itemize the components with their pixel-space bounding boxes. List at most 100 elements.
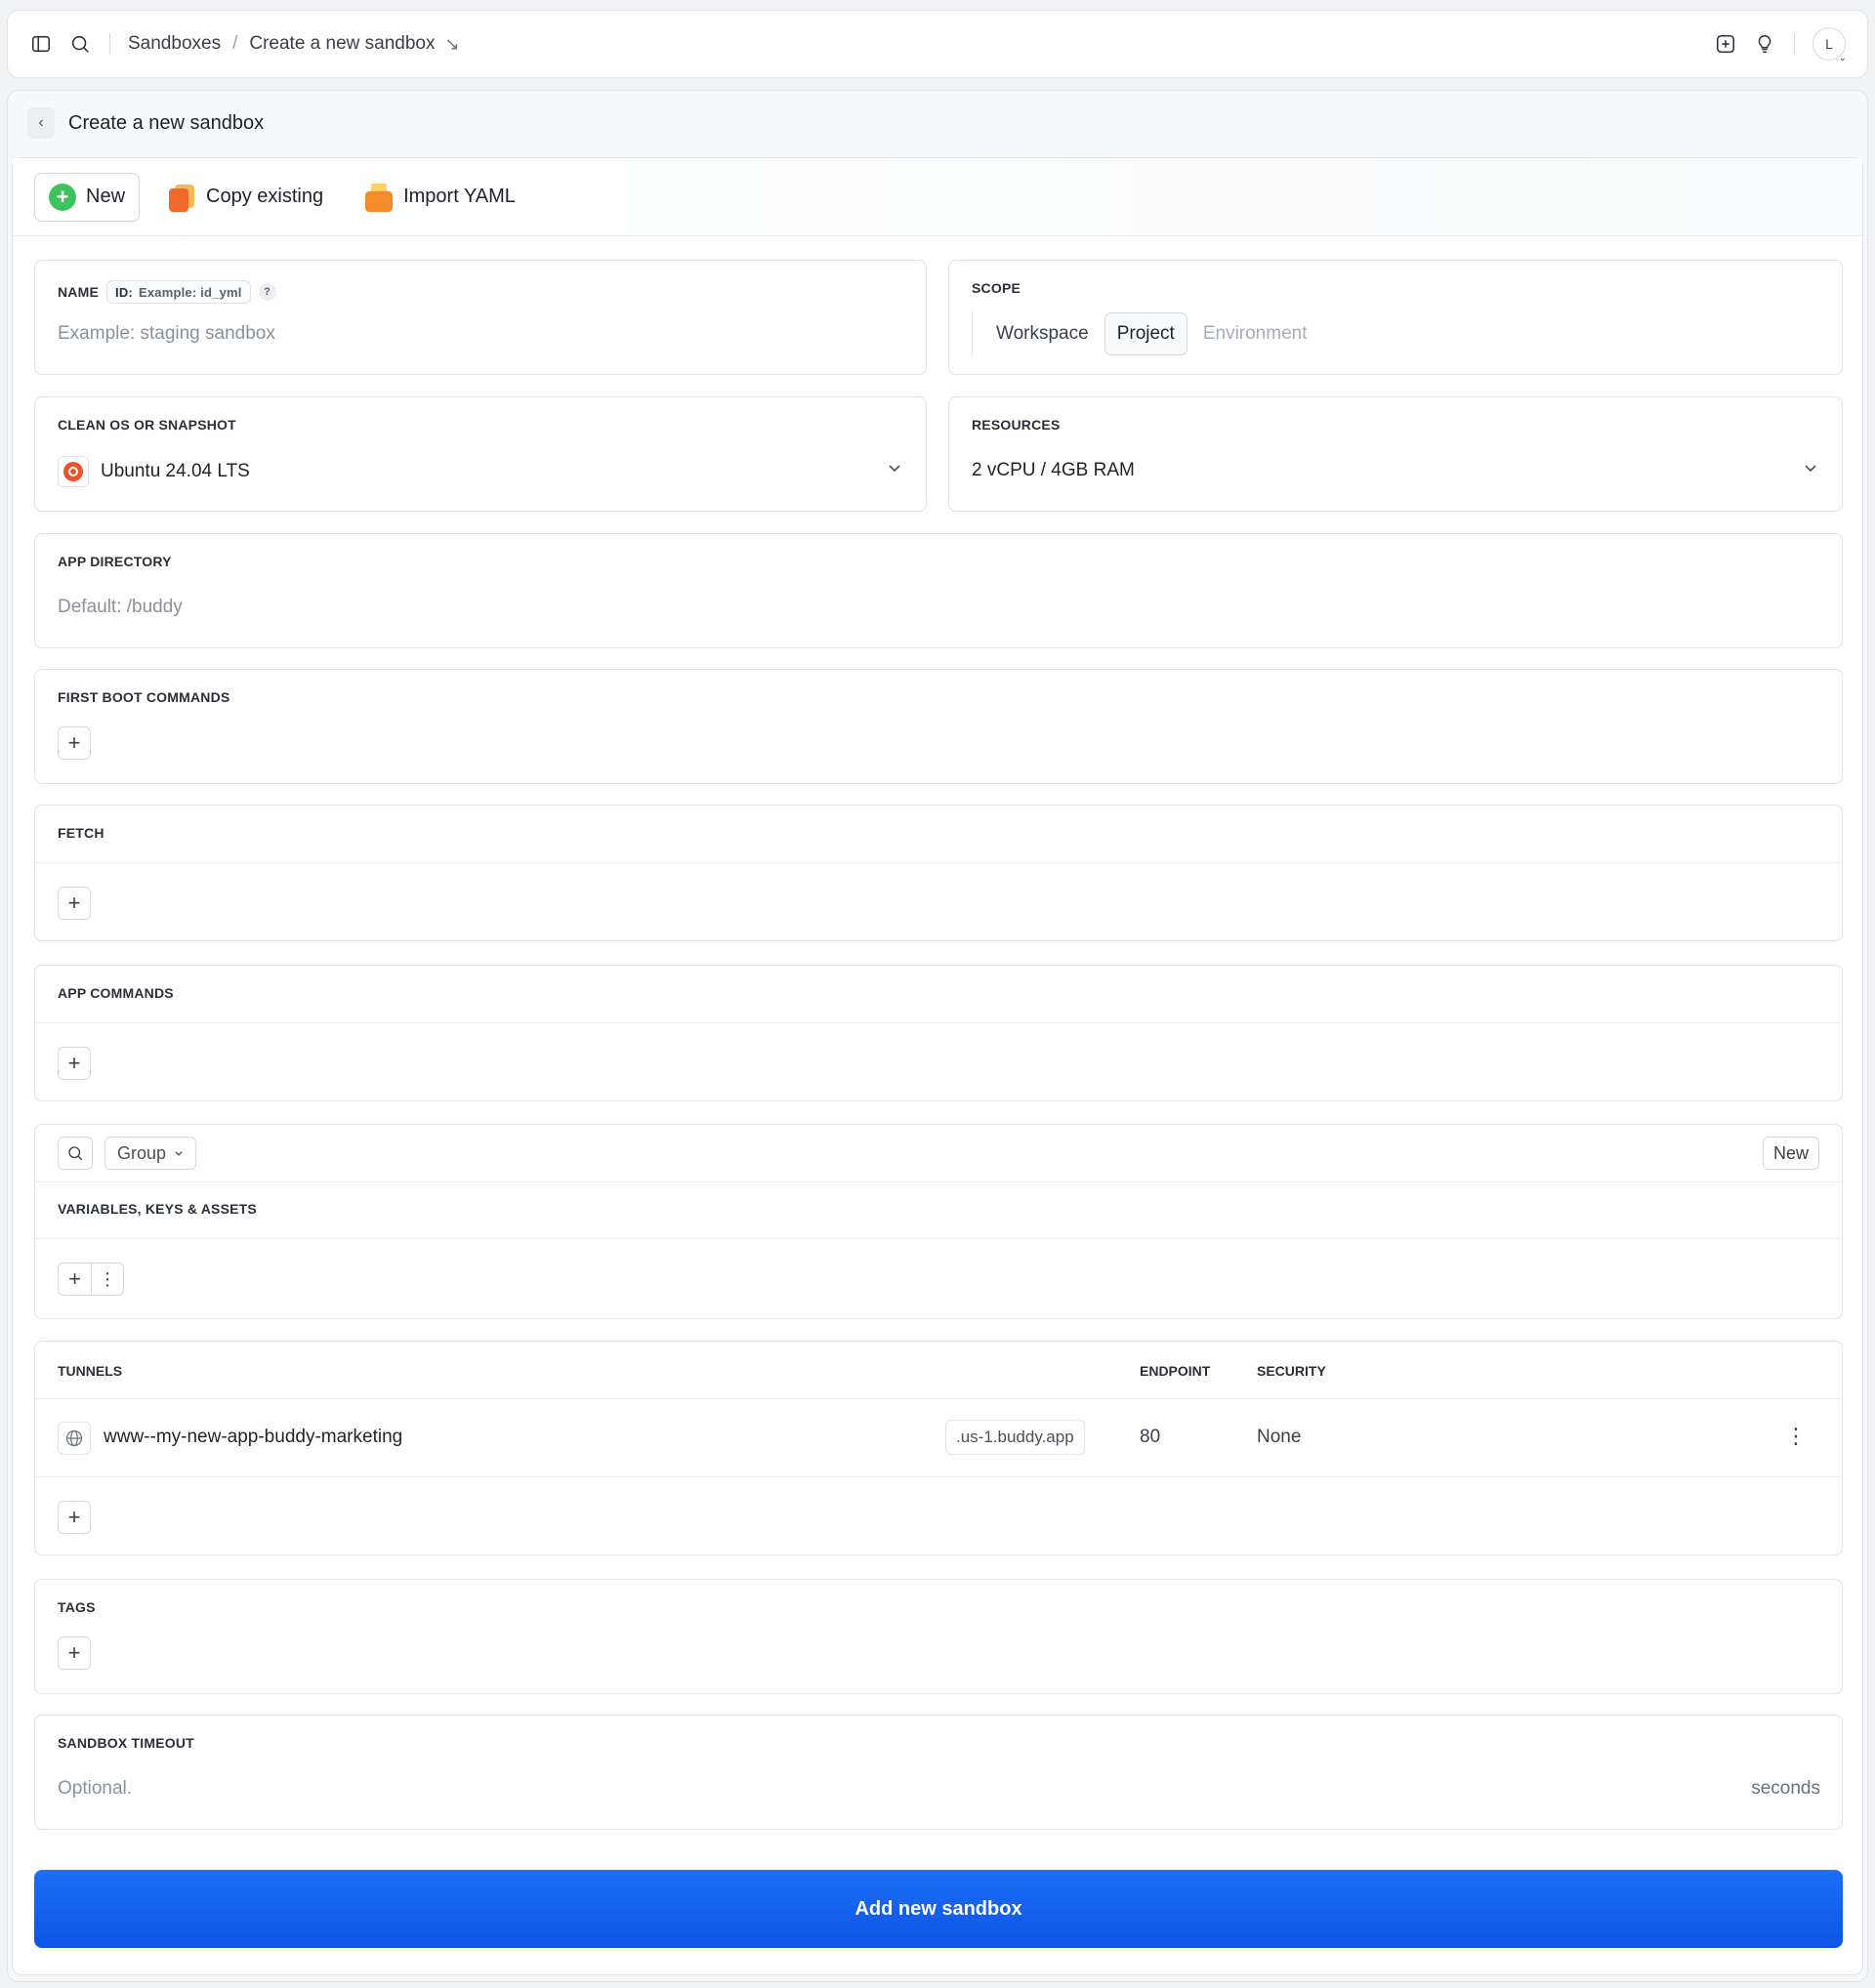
new-variable-button[interactable]: New xyxy=(1762,1137,1819,1170)
back-button[interactable]: ‹ xyxy=(27,107,55,139)
divider xyxy=(35,1238,1842,1239)
timeout-label: SANDBOX TIMEOUT xyxy=(58,1735,194,1751)
chevron-down-icon: ⌄ xyxy=(1838,53,1847,63)
id-placeholder: Example: id_yml xyxy=(138,284,242,300)
tags-card: TAGS + xyxy=(34,1579,1843,1694)
top-bar: Sandboxes / Create a new sandbox ↘ L ⌄ xyxy=(7,10,1868,78)
fetch-card: FETCH + xyxy=(34,805,1843,941)
tunnel-domain: .us-1.buddy.app xyxy=(945,1420,1085,1455)
arrow-down-right-icon[interactable]: ↘ xyxy=(444,34,459,55)
chevron-down-icon xyxy=(1805,465,1816,473)
mode-copy-existing-button[interactable]: Copy existing xyxy=(153,173,337,222)
avatar[interactable]: L ⌄ xyxy=(1812,27,1847,63)
group-dropdown[interactable]: Group xyxy=(104,1137,197,1170)
breadcrumb-current: Create a new sandbox xyxy=(249,33,436,54)
tags-label: TAGS xyxy=(58,1599,96,1615)
divider xyxy=(1794,33,1795,55)
os-card[interactable]: CLEAN OS OR SNAPSHOT Ubuntu 24.04 LTS xyxy=(34,396,927,512)
variables-card: Group New VARIABLES, KEYS & ASSETS + ⋮ xyxy=(34,1124,1843,1319)
divider xyxy=(35,1022,1842,1023)
tunnels-card: TUNNELS ENDPOINT SECURITY www--my-new-ap… xyxy=(34,1341,1843,1555)
app-directory-input[interactable]: Default: /buddy xyxy=(58,597,183,618)
resources-label: RESOURCES xyxy=(972,417,1061,433)
globe-icon xyxy=(58,1422,91,1455)
chevron-down-icon xyxy=(175,1151,183,1156)
variables-label: VARIABLES, KEYS & ASSETS xyxy=(58,1201,257,1217)
name-input[interactable]: Example: staging sandbox xyxy=(58,323,275,345)
mode-tabs: + New Copy existing Import YAML xyxy=(13,158,1862,236)
row-menu-icon[interactable]: ⋮ xyxy=(1785,1424,1807,1449)
form-panel: + New Copy existing Import YAML NAME ID:… xyxy=(12,157,1863,1975)
lightbulb-icon[interactable] xyxy=(1753,32,1776,56)
breadcrumb-separator: / xyxy=(232,33,238,54)
name-label-row: NAME ID: Example: id_yml ? xyxy=(58,280,276,304)
add-square-icon[interactable] xyxy=(1714,32,1737,56)
page-title: Create a new sandbox xyxy=(68,111,265,134)
search-icon xyxy=(68,1146,83,1161)
tunnel-security: None xyxy=(1257,1427,1302,1447)
ubuntu-icon xyxy=(58,456,89,487)
add-fetch-button[interactable]: + xyxy=(58,887,91,920)
add-tag-button[interactable]: + xyxy=(58,1636,91,1670)
name-card: NAME ID: Example: id_yml ? Example: stagi… xyxy=(34,260,927,375)
tunnels-header-security: SECURITY xyxy=(1257,1363,1326,1379)
add-variable-button[interactable]: + xyxy=(59,1263,91,1295)
breadcrumb-sandboxes[interactable]: Sandboxes xyxy=(128,33,221,55)
help-icon[interactable]: ? xyxy=(258,283,276,301)
group-label: Group xyxy=(117,1142,167,1163)
resources-card[interactable]: RESOURCES 2 vCPU / 4GB RAM xyxy=(948,396,1843,512)
copy-icon xyxy=(167,183,196,212)
os-select[interactable]: Ubuntu 24.04 LTS xyxy=(58,456,250,487)
variables-add-split-button: + ⋮ xyxy=(58,1263,124,1296)
add-first-boot-command-button[interactable]: + xyxy=(58,726,91,760)
divider xyxy=(35,1476,1842,1477)
app-commands-card: APP COMMANDS + xyxy=(34,965,1843,1101)
mode-label: Copy existing xyxy=(206,186,324,207)
divider xyxy=(35,1181,1842,1182)
add-app-command-button[interactable]: + xyxy=(58,1047,91,1080)
tunnels-header-endpoint: ENDPOINT xyxy=(1140,1363,1211,1379)
timeout-card: SANDBOX TIMEOUT Optional. seconds xyxy=(34,1715,1843,1830)
divider xyxy=(109,33,110,55)
search-button[interactable] xyxy=(58,1137,93,1170)
tunnels-header-name: TUNNELS xyxy=(58,1363,123,1379)
app-directory-label: APP DIRECTORY xyxy=(58,554,172,569)
add-tunnel-button[interactable]: + xyxy=(58,1501,91,1534)
first-boot-label: FIRST BOOT COMMANDS xyxy=(58,689,230,705)
add-sandbox-button[interactable]: Add new sandbox xyxy=(34,1870,1843,1948)
scope-segmented-control: Workspace Project Environment xyxy=(972,311,1319,356)
name-label: NAME xyxy=(58,284,100,300)
scope-option-environment: Environment xyxy=(1202,323,1308,344)
os-value: Ubuntu 24.04 LTS xyxy=(101,461,250,481)
sidebar-toggle-icon[interactable] xyxy=(29,32,53,56)
import-icon xyxy=(364,183,394,212)
mode-new-button[interactable]: + New xyxy=(34,172,141,222)
first-boot-card: FIRST BOOT COMMANDS + xyxy=(34,669,1843,784)
mode-label: Import YAML xyxy=(403,186,516,207)
page-header: ‹ Create a new sandbox xyxy=(8,91,1867,155)
fetch-label: FETCH xyxy=(58,825,104,841)
resources-value[interactable]: 2 vCPU / 4GB RAM xyxy=(972,460,1135,481)
timeout-unit: seconds xyxy=(1751,1778,1820,1799)
scope-label: SCOPE xyxy=(972,280,1021,296)
scope-option-workspace[interactable]: Workspace xyxy=(984,312,1101,355)
chevron-down-icon xyxy=(889,465,900,473)
id-input[interactable]: ID: Example: id_yml xyxy=(106,280,251,304)
more-options-icon[interactable]: ⋮ xyxy=(91,1263,123,1295)
mode-import-yaml-button[interactable]: Import YAML xyxy=(351,173,529,222)
app-commands-label: APP COMMANDS xyxy=(58,985,174,1001)
page-container: ‹ Create a new sandbox + New Copy existi… xyxy=(7,90,1868,1982)
os-label: CLEAN OS OR SNAPSHOT xyxy=(58,417,236,433)
table-row[interactable]: www--my-new-app-buddy-marketing .us-1.bu… xyxy=(35,1398,1842,1476)
tunnel-name: www--my-new-app-buddy-marketing xyxy=(104,1427,403,1447)
search-icon[interactable] xyxy=(68,32,92,56)
tunnel-endpoint: 80 xyxy=(1140,1427,1161,1447)
variables-toolbar: Group New xyxy=(35,1125,1842,1181)
scope-card: SCOPE Workspace Project Environment xyxy=(948,260,1843,375)
divider xyxy=(35,862,1842,863)
timeout-input[interactable]: Optional. xyxy=(58,1778,132,1800)
app-directory-card: APP DIRECTORY Default: /buddy xyxy=(34,533,1843,648)
plus-circle-icon: + xyxy=(49,183,76,211)
scope-option-project[interactable]: Project xyxy=(1104,312,1188,355)
avatar-initial: L xyxy=(1825,36,1833,52)
